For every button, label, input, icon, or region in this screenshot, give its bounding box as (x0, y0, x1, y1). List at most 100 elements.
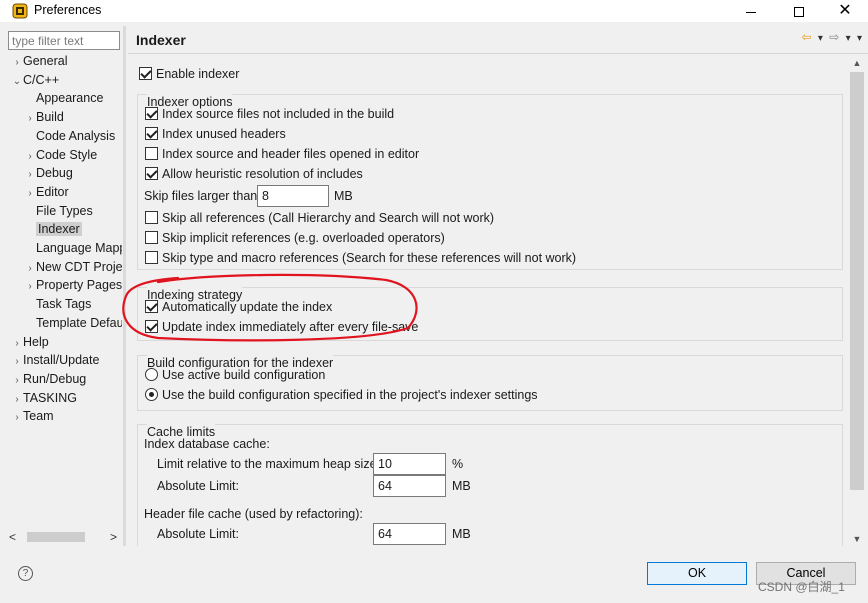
sidebar-item[interactable]: › General (11, 52, 67, 70)
expand-chevron-icon[interactable]: › (11, 54, 23, 72)
checkbox-label: Automatically update the index (162, 300, 333, 314)
heuristic-includes-checkbox[interactable]: Allow heuristic resolution of includes (145, 165, 363, 183)
scroll-thumb[interactable] (27, 532, 85, 542)
content-vertical-scrollbar[interactable]: ▲ ▼ (848, 56, 866, 546)
sidebar-item[interactable]: › Editor (24, 183, 69, 203)
minimize-icon (746, 11, 756, 13)
checkbox-box[interactable] (145, 167, 158, 180)
indexer-page: Enable indexer Indexer options Index sou… (128, 56, 848, 546)
sidebar-item[interactable]: › TASKING (11, 389, 77, 407)
scroll-down-icon[interactable]: ▼ (848, 534, 866, 544)
sidebar-item[interactable]: Template Defau (24, 314, 122, 332)
sidebar-item-label: Indexer (36, 222, 82, 237)
sidebar-item[interactable]: Code Analysis (24, 127, 115, 145)
skip-type-macro-references-checkbox[interactable]: Skip type and macro references (Search f… (145, 249, 576, 267)
radio-circle[interactable] (145, 368, 158, 381)
sidebar-item[interactable]: File Types (24, 202, 93, 220)
help-icon[interactable]: ? (18, 566, 33, 581)
expand-chevron-icon[interactable]: › (11, 353, 23, 371)
radio-label: Use the build configuration specified in… (162, 388, 538, 402)
expand-chevron-icon[interactable]: › (24, 166, 36, 184)
enable-indexer-checkbox[interactable]: Enable indexer (139, 65, 239, 83)
sidebar-item[interactable]: Task Tags (24, 295, 91, 313)
forward-menu-chevron-icon[interactable]: ▾ (846, 33, 851, 44)
expand-chevron-icon[interactable]: ⌄ (11, 73, 23, 91)
expand-chevron-icon[interactable]: › (24, 148, 36, 166)
expand-chevron-icon[interactable]: › (11, 409, 23, 427)
scroll-left-icon[interactable]: < (9, 529, 16, 545)
tree-horizontal-scrollbar[interactable]: < > (7, 529, 121, 545)
checkbox-box[interactable] (145, 231, 158, 244)
sidebar-item-label: Task Tags (36, 297, 92, 312)
sidebar-item[interactable]: Language Mapp (24, 239, 122, 257)
forward-arrow-icon[interactable]: ⇨ (829, 30, 839, 44)
sidebar-item[interactable]: › Team (11, 407, 53, 427)
page-header: Indexer ⇦ ▾ ⇨ ▾ ▾ (128, 26, 868, 54)
expand-chevron-icon[interactable]: › (11, 335, 23, 353)
checkbox-label: Skip all references (Call Hierarchy and … (162, 211, 495, 225)
sidebar-item[interactable]: Appearance (24, 89, 103, 107)
sidebar-item[interactable]: › Build (24, 108, 64, 128)
sidebar-item[interactable]: › New CDT Projec (24, 258, 122, 276)
sidebar-item[interactable]: › Property Pages (24, 276, 122, 294)
scroll-up-icon[interactable]: ▲ (848, 58, 866, 68)
expand-chevron-icon[interactable]: › (24, 185, 36, 203)
checkbox-label: Index source and header files opened in … (162, 147, 420, 161)
use-active-config-radio[interactable]: Use active build configuration (145, 366, 325, 384)
scroll-thumb[interactable] (850, 72, 864, 490)
sidebar-item[interactable]: Indexer (24, 220, 82, 238)
expand-chevron-icon[interactable]: › (24, 278, 36, 296)
heap-limit-unit: % (452, 457, 464, 471)
sidebar-item-label: Build (36, 110, 64, 125)
checkbox-label: Update index immediately after every fil… (162, 320, 419, 334)
checkbox-box[interactable] (145, 211, 158, 224)
skip-files-input[interactable]: 8 (257, 185, 329, 207)
maximize-button[interactable] (776, 0, 822, 22)
sidebar-item[interactable]: › Install/Update (11, 351, 99, 369)
skip-files-label: Skip files larger than: (144, 189, 261, 203)
expand-chevron-icon[interactable]: › (11, 372, 23, 390)
sidebar-item-label: Editor (36, 184, 69, 199)
skip-all-references-checkbox[interactable]: Skip all references (Call Hierarchy and … (145, 209, 494, 227)
radio-circle[interactable] (145, 388, 158, 401)
sidebar-item[interactable]: › Run/Debug (11, 370, 86, 388)
checkbox-label: Skip type and macro references (Search f… (162, 251, 577, 265)
header-absolute-input[interactable]: 64 (373, 523, 446, 545)
index-not-in-build-checkbox[interactable]: Index source files not included in the b… (145, 105, 394, 123)
checkbox-box[interactable] (145, 107, 158, 120)
checkbox-box[interactable] (139, 67, 152, 80)
absolute-limit-unit: MB (452, 479, 471, 493)
close-button[interactable]: ✕ (822, 0, 868, 22)
update-on-save-checkbox[interactable]: Update index immediately after every fil… (145, 318, 418, 336)
skip-implicit-references-checkbox[interactable]: Skip implicit references (e.g. overloade… (145, 229, 445, 247)
heap-limit-input[interactable]: 10 (373, 453, 446, 475)
checkbox-box[interactable] (145, 147, 158, 160)
sidebar-item[interactable]: ⌄ C/C++ (11, 71, 59, 89)
sidebar-item[interactable]: › Code Style (24, 146, 97, 164)
filter-input[interactable] (8, 31, 120, 50)
sidebar-item[interactable]: › Debug (24, 164, 73, 182)
sidebar-item-label: Template Defau (36, 315, 122, 330)
sidebar-item-label: Property Pages (36, 278, 122, 293)
sidebar-item-label: Debug (36, 166, 73, 181)
minimize-button[interactable] (728, 0, 774, 22)
index-opened-in-editor-checkbox[interactable]: Index source and header files opened in … (145, 145, 419, 163)
view-menu-chevron-icon[interactable]: ▾ (857, 33, 862, 44)
auto-update-index-checkbox[interactable]: Automatically update the index (145, 298, 332, 316)
expand-chevron-icon[interactable]: › (24, 110, 36, 128)
checkbox-box[interactable] (145, 251, 158, 264)
absolute-limit-input[interactable]: 64 (373, 475, 446, 497)
expand-chevron-icon[interactable]: › (11, 391, 23, 409)
checkbox-box[interactable] (145, 320, 158, 333)
back-arrow-icon[interactable]: ⇦ (801, 30, 811, 44)
scroll-right-icon[interactable]: > (110, 529, 117, 545)
checkbox-box[interactable] (145, 127, 158, 140)
expand-chevron-icon[interactable]: › (24, 260, 36, 278)
checkbox-box[interactable] (145, 300, 158, 313)
ok-button[interactable]: OK (647, 562, 747, 585)
sash-divider[interactable] (123, 26, 126, 546)
sidebar-item[interactable]: › Help (11, 333, 48, 353)
index-unused-headers-checkbox[interactable]: Index unused headers (145, 125, 286, 143)
back-menu-chevron-icon[interactable]: ▾ (818, 33, 823, 44)
use-project-config-radio[interactable]: Use the build configuration specified in… (145, 386, 538, 404)
